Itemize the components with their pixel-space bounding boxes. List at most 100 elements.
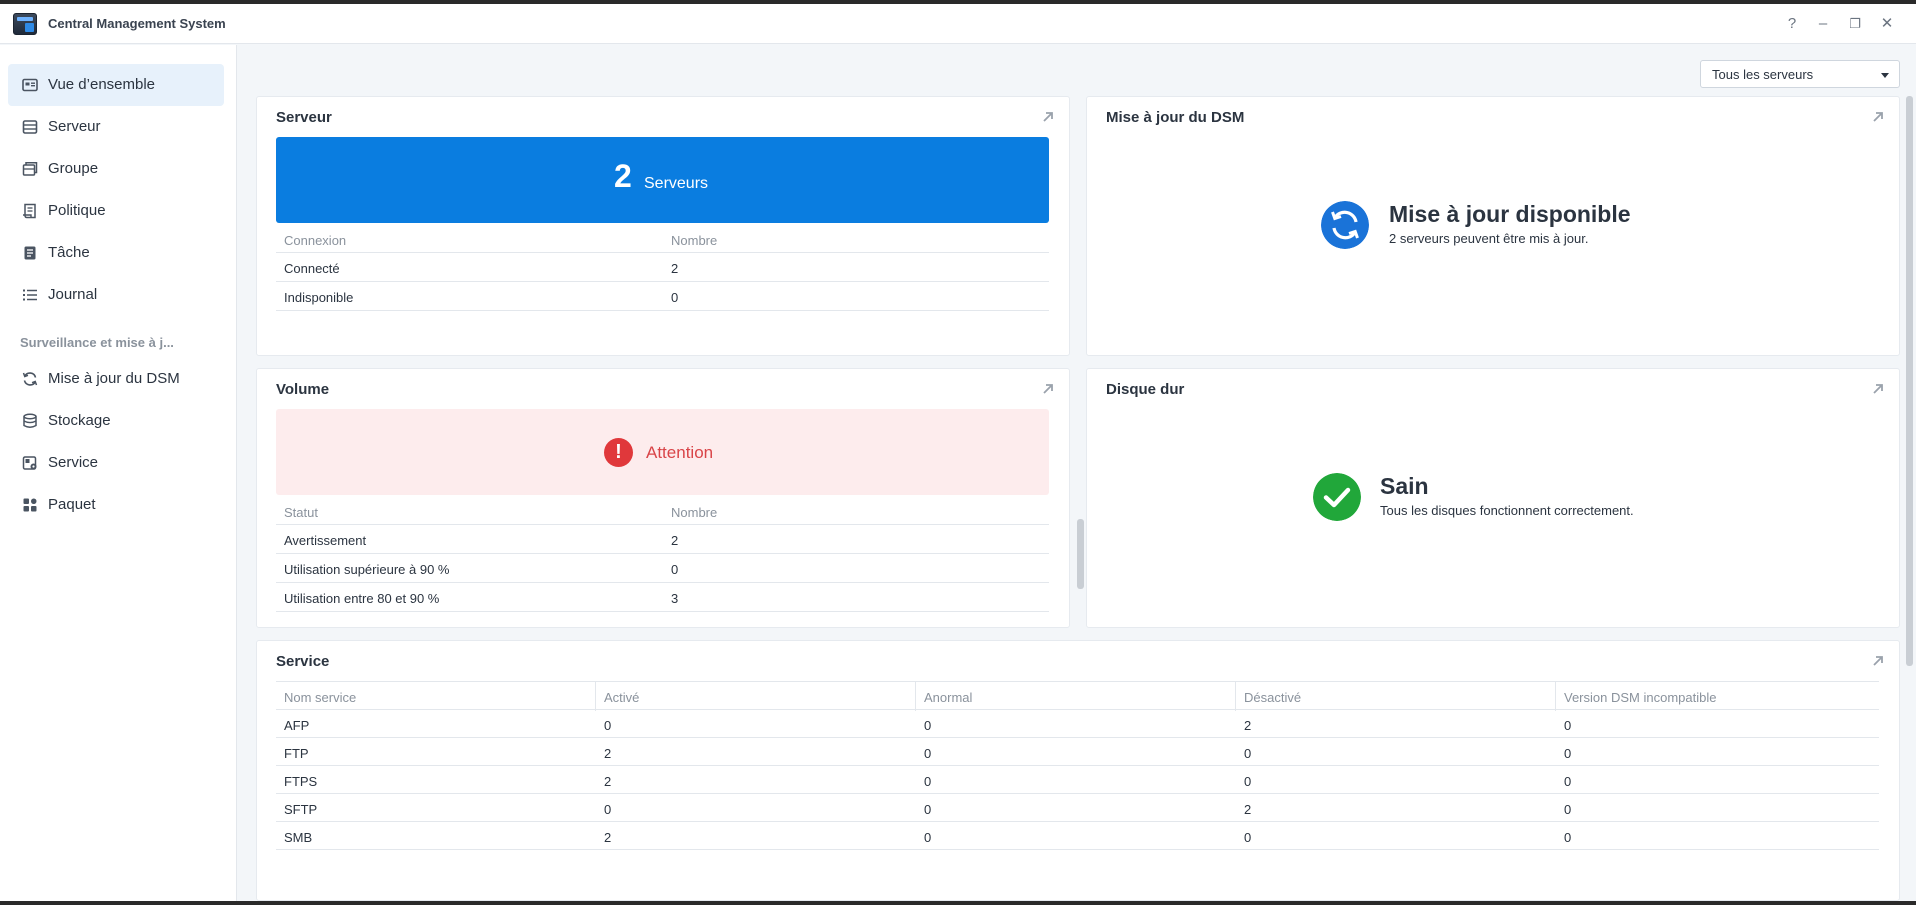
sidebar-item-package[interactable]: Paquet: [8, 484, 224, 526]
dsm-update-status: Mise à jour disponible: [1389, 201, 1631, 227]
table-cell: 0: [604, 802, 612, 817]
group-icon: [22, 162, 38, 176]
expand-icon[interactable]: [1041, 110, 1055, 124]
table-cell: 0: [1564, 774, 1572, 789]
refresh-icon: [22, 372, 38, 386]
sidebar-item-overview[interactable]: Vue d’ensemble: [8, 64, 224, 106]
sidebar-item-group[interactable]: Groupe: [8, 148, 224, 190]
table-cell: 0: [1244, 774, 1252, 789]
volume-status: Attention: [646, 443, 714, 462]
disk-status: Sain: [1380, 473, 1429, 499]
sidebar-item-label: Tâche: [48, 244, 90, 261]
sidebar-item-label: Service: [48, 454, 99, 471]
restore-button[interactable]: ❐: [1845, 14, 1865, 34]
column-divider[interactable]: [915, 682, 916, 711]
minimize-button[interactable]: –: [1813, 14, 1833, 34]
table-header-row: Connexion Nombre: [276, 225, 1049, 253]
expand-icon[interactable]: [1871, 110, 1885, 124]
sidebar-item-label: Serveur: [48, 118, 101, 135]
table-cell: SMB: [284, 830, 313, 845]
sidebar-item-storage[interactable]: Stockage: [8, 400, 224, 442]
column-header: Nom service: [284, 690, 357, 705]
table-cell: 2: [671, 261, 679, 276]
table-cell: Utilisation supérieure à 90 %: [284, 562, 450, 577]
table-cell: 2: [671, 533, 679, 548]
column-header: Nombre: [671, 233, 718, 248]
table-cell: 2: [1244, 718, 1252, 733]
table-cell: 0: [1564, 802, 1572, 817]
table-row[interactable]: Connecté 2: [276, 253, 1049, 282]
sidebar-section-title: Surveillance et mise à j...: [20, 335, 174, 350]
table-cell: 2: [604, 830, 612, 845]
main-scrollbar[interactable]: [1906, 96, 1913, 666]
table-cell: AFP: [284, 718, 310, 733]
card-title: Disque dur: [1106, 381, 1185, 398]
hard-disk-card: Disque dur Sain Tous les disques fonctio…: [1086, 368, 1900, 628]
column-divider[interactable]: [1555, 682, 1556, 711]
card-title: Serveur: [276, 109, 332, 126]
column-header: Statut: [284, 505, 318, 520]
table-cell: 0: [1564, 718, 1572, 733]
table-row[interactable]: Avertissement 2: [276, 525, 1049, 554]
sidebar-item-task[interactable]: Tâche: [8, 232, 224, 274]
sidebar-item-server[interactable]: Serveur: [8, 106, 224, 148]
log-icon: [23, 289, 37, 301]
sidebar: Vue d’ensemble Serveur Groupe Politique …: [0, 45, 237, 901]
table-row[interactable]: Utilisation entre 80 et 90 % 3: [276, 583, 1049, 612]
sidebar-item-policy[interactable]: Politique: [8, 190, 224, 232]
server-table: Connexion Nombre Connecté 2 Indisponible…: [276, 225, 1049, 311]
sidebar-item-log[interactable]: Journal: [8, 274, 224, 316]
table-cell: 0: [924, 802, 932, 817]
chevron-down-icon: [1881, 73, 1889, 78]
warning-icon: !: [604, 438, 633, 467]
desktop-bottom-strip: [0, 901, 1916, 905]
server-filter-dropdown[interactable]: Tous les serveurs: [1700, 60, 1900, 88]
sidebar-item-label: Mise à jour du DSM: [48, 370, 180, 387]
expand-icon[interactable]: [1041, 382, 1055, 396]
sidebar-item-label: Paquet: [48, 496, 96, 513]
table-row[interactable]: Utilisation supérieure à 90 % 0: [276, 554, 1049, 583]
column-divider[interactable]: [595, 682, 596, 711]
table-cell: 0: [1244, 830, 1252, 845]
table-cell: 0: [924, 830, 932, 845]
table-cell: 0: [1564, 830, 1572, 845]
volume-table-scrollbar[interactable]: [1077, 519, 1084, 589]
table-row[interactable]: FTPS 2 0 0 0: [276, 766, 1879, 794]
sidebar-item-dsm-update[interactable]: Mise à jour du DSM: [8, 358, 224, 400]
server-count-banner: 2 Serveurs: [276, 137, 1049, 223]
server-count-label: Serveurs: [644, 175, 709, 192]
column-header: Nombre: [671, 505, 718, 520]
table-cell: Connecté: [284, 261, 340, 276]
table-cell: 3: [671, 591, 679, 606]
refresh-icon: [1321, 201, 1369, 249]
package-icon: [23, 498, 37, 512]
card-title: Mise à jour du DSM: [1106, 109, 1245, 126]
service-icon: [22, 456, 37, 470]
table-row[interactable]: SMB 2 0 0 0: [276, 822, 1879, 850]
server-filter-value: Tous les serveurs: [1712, 67, 1814, 82]
help-button[interactable]: ?: [1782, 14, 1802, 34]
card-title: Service: [276, 653, 330, 670]
table-row[interactable]: SFTP 0 0 2 0: [276, 794, 1879, 822]
table-cell: 0: [604, 718, 612, 733]
table-header-row: Nom service Activé Anormal Désactivé Ver…: [276, 681, 1879, 711]
table-row[interactable]: FTP 2 0 0 0: [276, 738, 1879, 766]
table-cell: Indisponible: [284, 290, 354, 305]
column-header: Désactivé: [1244, 690, 1302, 705]
close-button[interactable]: ✕: [1877, 14, 1897, 34]
column-divider[interactable]: [1235, 682, 1236, 711]
app-window: Central Management System ? – ❐ ✕ Vue d’…: [0, 4, 1916, 901]
sidebar-item-service[interactable]: Service: [8, 442, 224, 484]
table-row[interactable]: Indisponible 0: [276, 282, 1049, 311]
server-count: 2: [614, 158, 632, 194]
table-cell: 0: [671, 290, 679, 305]
table-cell: 2: [604, 746, 612, 761]
expand-icon[interactable]: [1871, 654, 1885, 668]
app-icon: [13, 13, 37, 35]
sidebar-item-label: Journal: [48, 286, 98, 303]
table-row[interactable]: AFP 0 0 2 0: [276, 710, 1879, 738]
table-cell: 2: [1244, 802, 1252, 817]
volume-table: Statut Nombre Avertissement 2 Utilisatio…: [276, 497, 1049, 612]
expand-icon[interactable]: [1871, 382, 1885, 396]
table-header-row: Statut Nombre: [276, 497, 1049, 525]
